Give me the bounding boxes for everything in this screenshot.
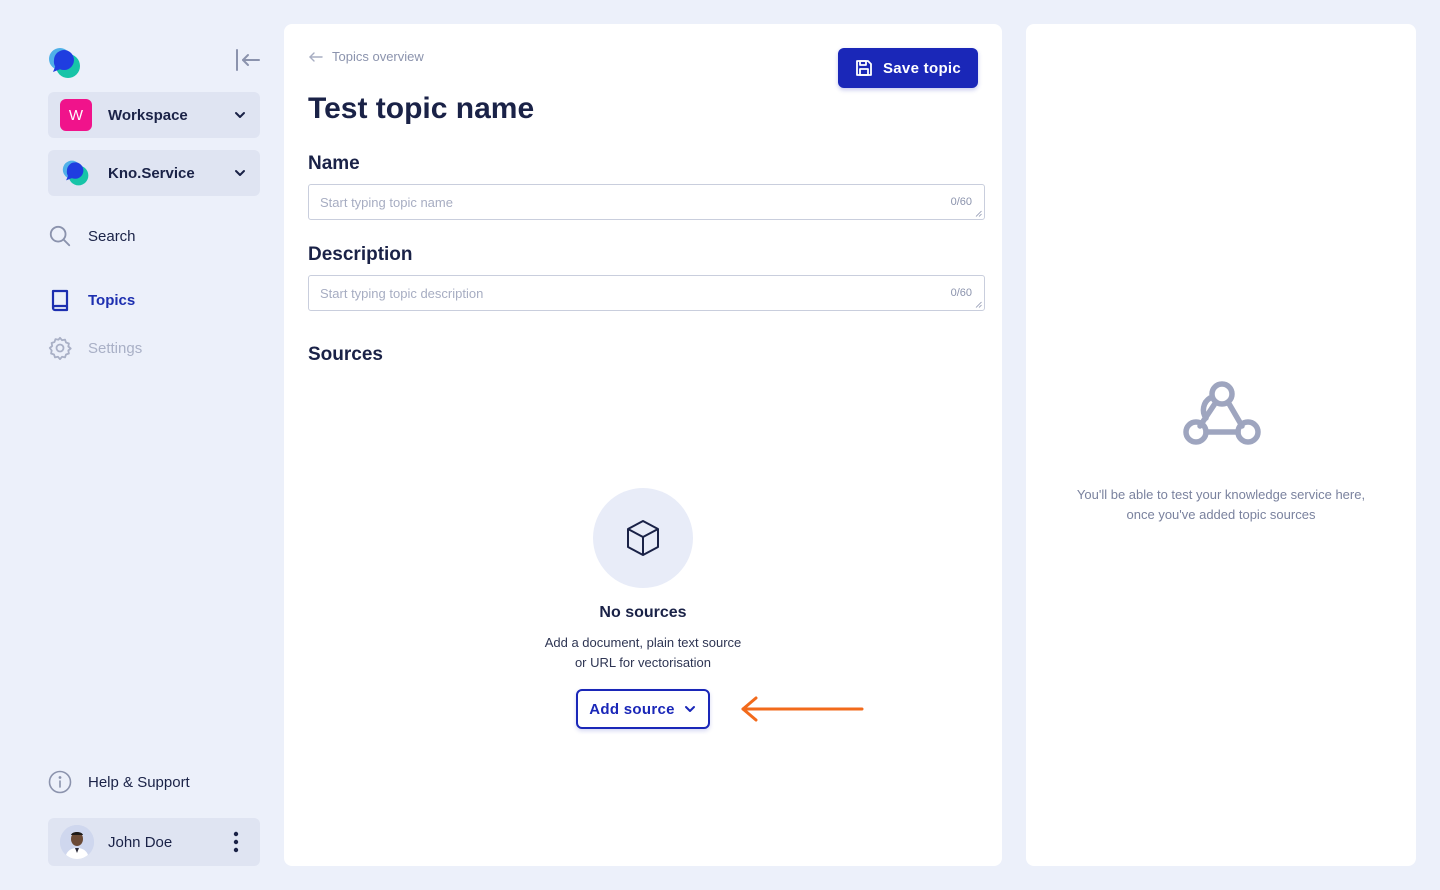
save-topic-button[interactable]: Save topic (838, 48, 978, 88)
test-knowledge-service-panel: You'll be able to test your knowledge se… (1026, 24, 1416, 866)
cube-icon (627, 520, 659, 556)
empty-state-line-1: Add a document, plain text source (544, 635, 742, 650)
description-field-wrapper: 0/60 (308, 275, 985, 311)
description-label: Description (308, 244, 413, 265)
empty-sources-illustration (593, 488, 693, 588)
nav-label-settings: Settings (88, 339, 143, 357)
nav-item-help[interactable]: Help & Support (48, 768, 260, 796)
page-title: Test topic name (308, 92, 535, 125)
right-panel-line-2: once you've added topic sources (1126, 507, 1316, 522)
user-name: John Doe (108, 833, 173, 851)
book-icon (48, 288, 72, 312)
service-logo-icon (60, 157, 92, 189)
floppy-disk-icon (856, 60, 872, 76)
name-char-counter: 0/60 (950, 196, 972, 208)
nav-label-help: Help & Support (88, 773, 190, 791)
app-logo-icon[interactable] (48, 46, 82, 80)
chevron-down-icon (232, 107, 248, 123)
annotation-arrow-icon (741, 696, 864, 722)
nav-item-search[interactable]: Search (48, 222, 260, 250)
name-field-wrapper: 0/60 (308, 184, 985, 220)
collapse-sidebar-icon[interactable] (232, 46, 262, 74)
empty-state-description: Add a document, plain text source or URL… (493, 633, 793, 673)
workspace-label: Workspace (108, 106, 188, 124)
right-panel-line-1: You'll be able to test your knowledge se… (1076, 487, 1366, 502)
info-icon (48, 770, 72, 794)
add-source-button[interactable]: Add source (576, 689, 710, 729)
nav-label-search: Search (88, 227, 136, 245)
topic-editor-panel: Topics overview Save topic Test topic na… (284, 24, 1002, 866)
breadcrumb-label: Topics overview (332, 49, 424, 64)
chevron-down-icon (683, 702, 697, 716)
empty-state-title: No sources (599, 604, 687, 621)
user-card[interactable]: John Doe (48, 818, 260, 866)
avatar (60, 825, 94, 859)
right-panel-message: You'll be able to test your knowledge se… (1046, 485, 1396, 525)
sidebar: W Workspace Kno.Service Search Topics Se… (0, 0, 284, 890)
empty-state-line-2: or URL for vectorisation (574, 655, 712, 670)
save-topic-label: Save topic (882, 59, 962, 77)
add-source-label: Add source (589, 700, 675, 718)
service-label: Kno.Service (108, 164, 195, 182)
name-label: Name (308, 153, 360, 174)
service-selector[interactable]: Kno.Service (48, 150, 260, 196)
gear-icon (48, 336, 72, 360)
workspace-badge: W (60, 99, 92, 131)
kebab-menu-icon[interactable] (224, 828, 248, 856)
resize-grip-icon[interactable] (975, 210, 982, 217)
workspace-selector[interactable]: W Workspace (48, 92, 260, 138)
arrow-left-icon (309, 51, 323, 62)
nav-item-settings[interactable]: Settings (48, 334, 260, 362)
nav-label-topics: Topics (88, 291, 136, 309)
breadcrumb[interactable]: Topics overview (308, 49, 424, 64)
chevron-down-icon (232, 165, 248, 181)
nav-item-topics[interactable]: Topics (48, 286, 260, 314)
description-char-counter: 0/60 (950, 287, 972, 299)
topic-description-input[interactable] (309, 276, 984, 310)
resize-grip-icon[interactable] (975, 301, 982, 308)
topic-name-input[interactable] (309, 185, 984, 219)
search-icon (48, 224, 72, 248)
webhook-icon (1183, 381, 1261, 445)
sources-label: Sources (308, 344, 383, 365)
